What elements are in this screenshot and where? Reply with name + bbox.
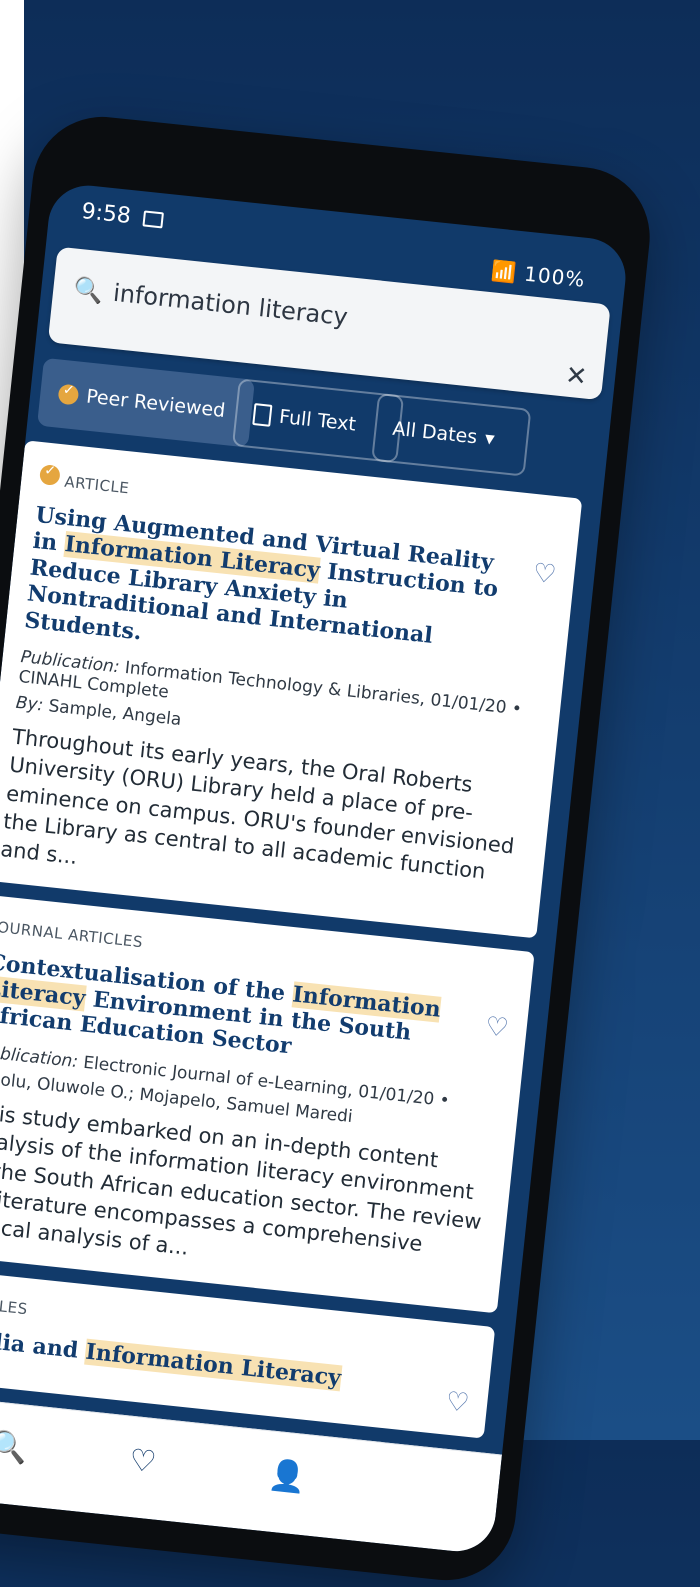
profile-icon[interactable]: 👤 (267, 1457, 308, 1496)
phone-screen: 9:58 📶 100% 🔍 information literacy ✕ Pee… (0, 181, 630, 1556)
search-icon[interactable]: 🔍 (72, 275, 105, 306)
search-input[interactable]: information literacy (112, 279, 349, 331)
results-list: ARTICLE Using Augmented and Virtual Real… (0, 440, 602, 1454)
favorite-heart-icon[interactable]: ♡ (531, 558, 557, 590)
image-icon (142, 210, 165, 229)
phone-frame: 9:58 📶 100% 🔍 information literacy ✕ Pee… (0, 110, 657, 1587)
search-icon[interactable]: 🔍 (0, 1428, 29, 1467)
heart-icon[interactable]: ♡ (128, 1443, 158, 1481)
status-right: 📶 100% (490, 258, 587, 292)
peer-reviewed-badge-icon (57, 383, 80, 406)
signal-icon: 📶 (490, 258, 519, 285)
document-icon (252, 403, 273, 427)
result-card[interactable]: JOURNAL ARTICLES Contextualisation of th… (0, 893, 535, 1313)
close-icon[interactable]: ✕ (564, 360, 589, 392)
favorite-heart-icon[interactable]: ♡ (444, 1386, 470, 1418)
filter-peer-reviewed[interactable]: Peer Reviewed (37, 357, 255, 448)
status-time: 9:58 (80, 199, 165, 232)
result-card[interactable]: ARTICLE Using Augmented and Virtual Real… (0, 440, 583, 939)
favorite-heart-icon[interactable]: ♡ (484, 1011, 510, 1043)
chevron-down-icon: ▾ (483, 427, 496, 451)
peer-reviewed-badge-icon (38, 464, 61, 487)
filter-all-dates[interactable]: All Dates ▾ (371, 392, 532, 477)
